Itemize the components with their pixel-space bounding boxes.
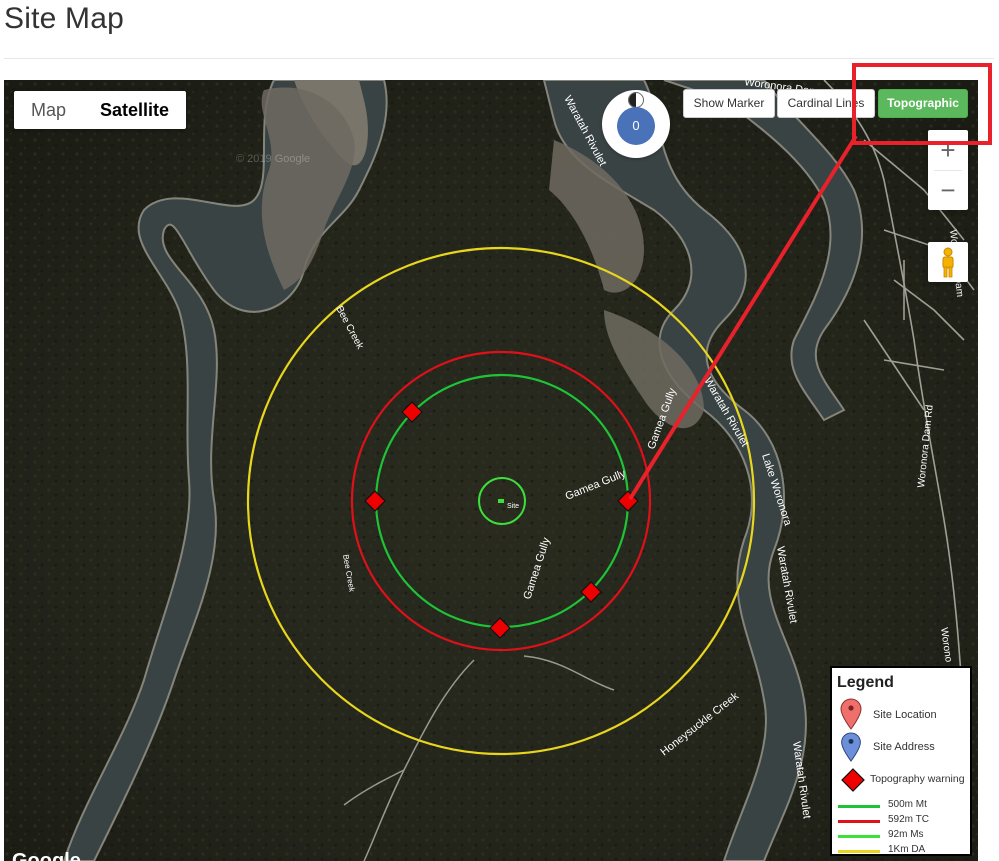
show-marker-button[interactable]: Show Marker [683, 89, 775, 118]
legend-line-592m [838, 820, 880, 823]
title-divider [4, 58, 994, 59]
compass-widget[interactable]: 0 [602, 90, 670, 158]
compass-heading: 0 [617, 107, 655, 145]
legend-line-500m-label: 500m Mt [888, 799, 927, 810]
page-title: Site Map [4, 2, 124, 35]
compass-needle-icon [628, 92, 644, 108]
legend-line-1km [838, 850, 880, 853]
site-marker [498, 499, 504, 503]
legend-site-location-label: Site Location [873, 709, 937, 721]
zoom-out-button[interactable]: − [928, 170, 968, 210]
topographic-highlight-box [852, 63, 992, 145]
legend-topography-warning-label: Topography warning [870, 773, 965, 785]
red-pin-icon [840, 698, 862, 730]
legend-line-1km-label: 1Km DA [888, 844, 926, 855]
map-type-satellite-button[interactable]: Satellite [83, 91, 186, 129]
legend-line-92m [838, 835, 880, 838]
legend-line-500m [838, 805, 880, 808]
map-legend: Legend Site Location Site Address Topogr… [830, 666, 972, 856]
map-copyright: © 2019 Google [236, 153, 310, 165]
map-type-control: Map Satellite [14, 91, 187, 129]
legend-title: Legend [837, 674, 894, 691]
map-canvas[interactable]: Woronora Dam Waratah Rivulet Bee Creek B… [4, 80, 978, 861]
legend-line-92m-label: 92m Ms [888, 829, 924, 840]
blue-pin-icon [841, 732, 861, 762]
legend-site-address-label: Site Address [873, 741, 935, 753]
street-view-pegman[interactable] [928, 242, 968, 282]
map-type-map-button[interactable]: Map [14, 91, 83, 129]
legend-line-592m-label: 592m TC [888, 814, 929, 825]
google-logo: Google [12, 850, 81, 861]
label-site: Site [507, 503, 519, 510]
red-diamond-icon [841, 768, 865, 792]
pegman-icon [942, 247, 954, 278]
